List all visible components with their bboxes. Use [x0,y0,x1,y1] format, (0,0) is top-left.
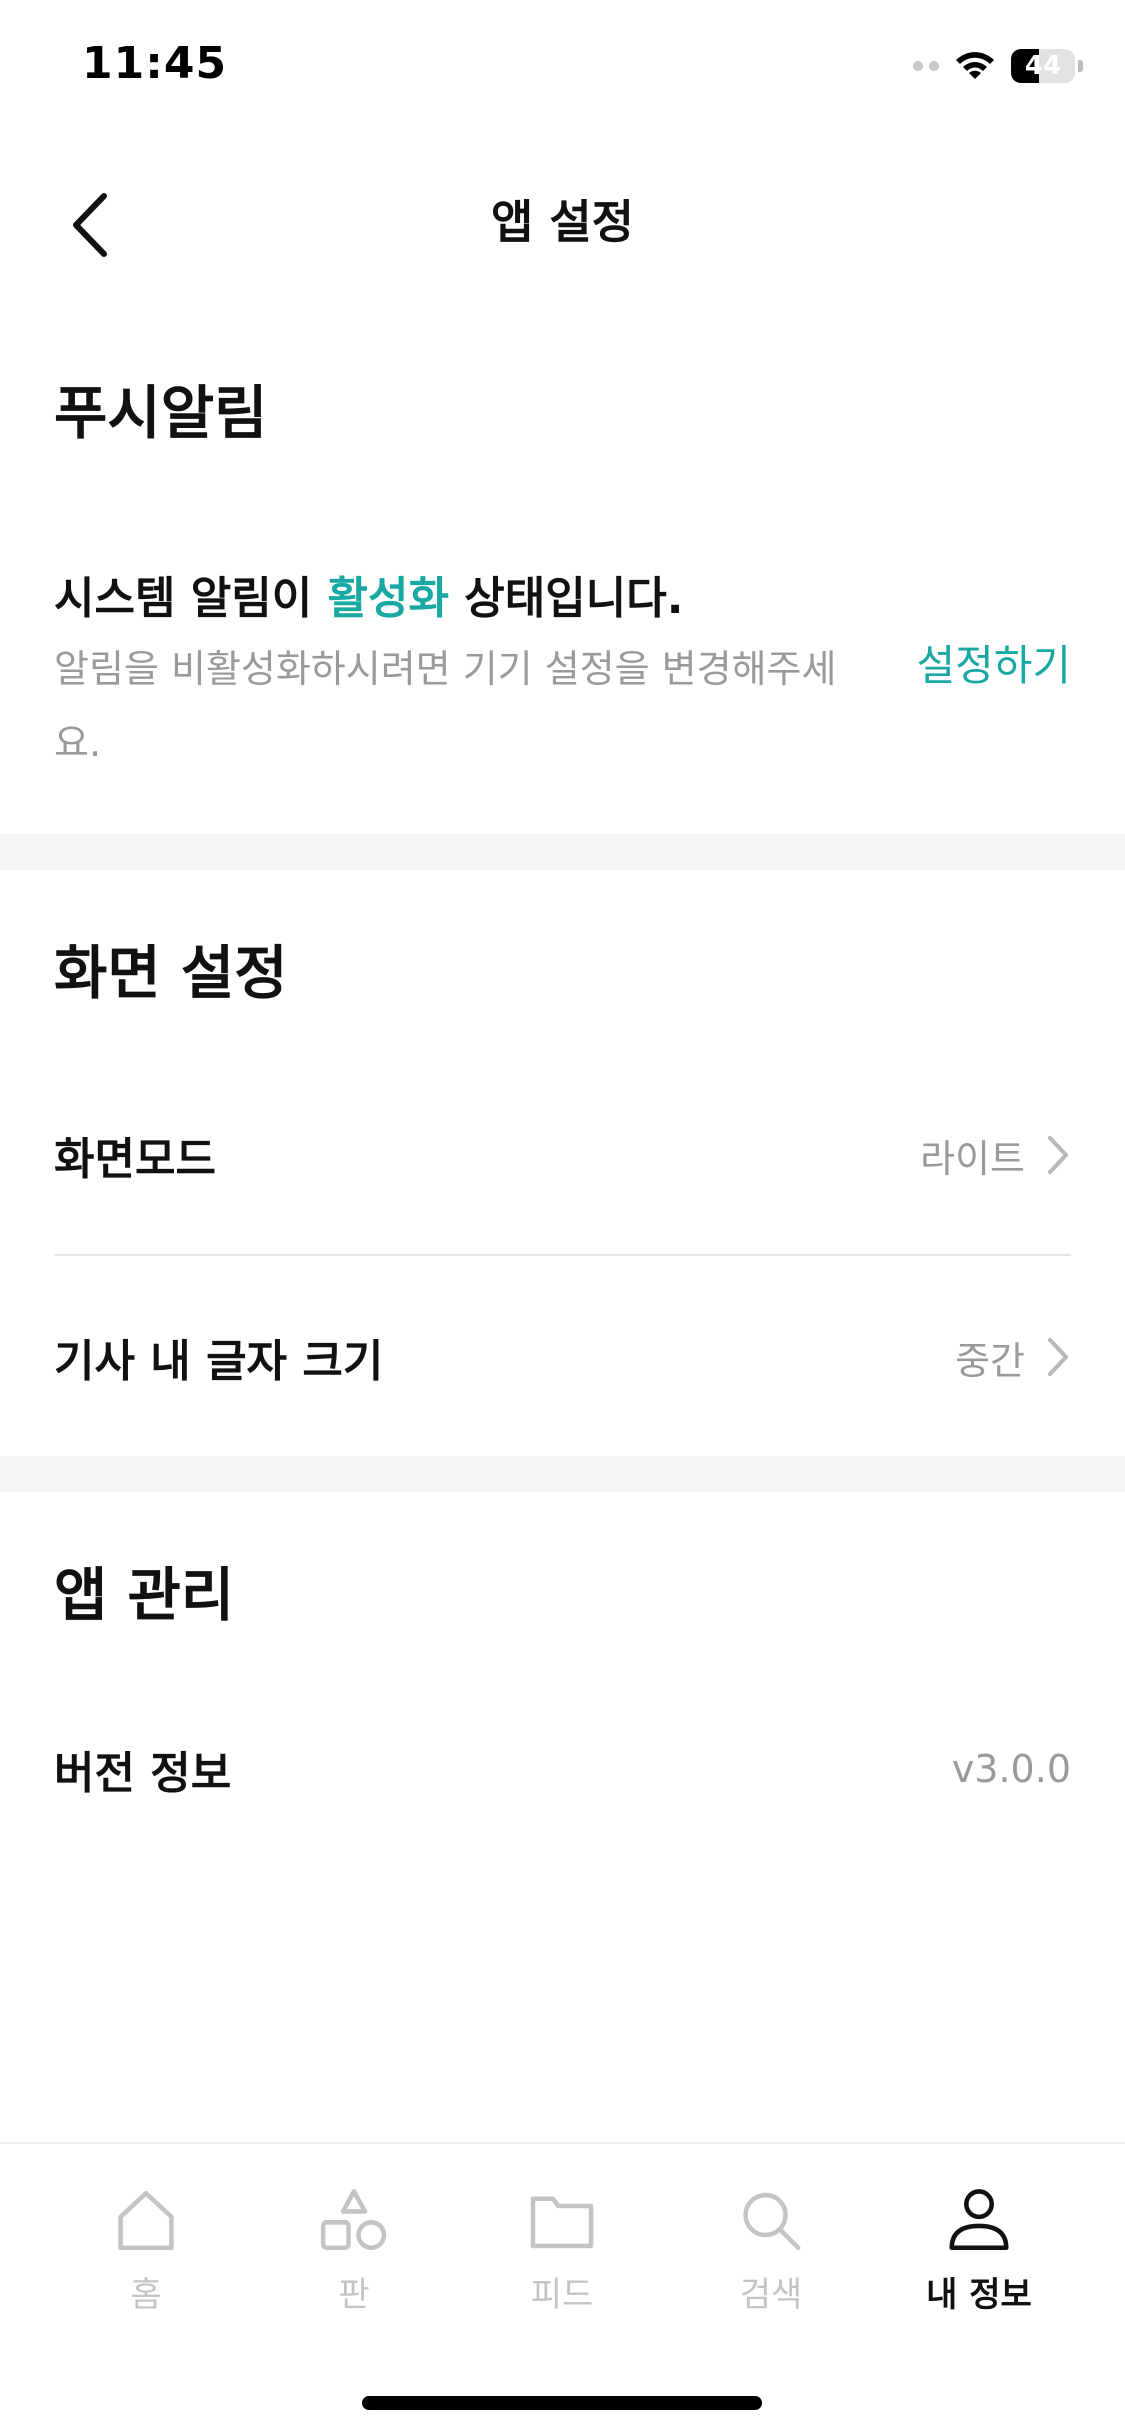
push-section-title: 푸시알림 [54,379,268,447]
font-size-value: 중간 [955,1338,1025,1383]
version-info-row: 버전 정보 v3.0.0 [54,1694,1071,1844]
chevron-right-icon [1048,1136,1068,1174]
display-mode-row[interactable]: 화면모드 라이트 [54,1080,1071,1230]
section-divider [0,1456,1125,1492]
tab-search[interactable]: 검색 [696,2186,846,2316]
push-status-accent: 활성화 [327,573,449,624]
status-time: 11:45 [82,38,228,89]
push-status-prefix: 시스템 알림이 [54,573,328,624]
page-title: 앱 설정 [491,195,634,249]
display-mode-label: 화면모드 [54,1134,216,1185]
home-icon [118,2190,174,2251]
person-icon [949,2189,1009,2251]
folder-icon [530,2196,594,2249]
section-divider [0,834,1125,870]
tab-pan-label: 판 [338,2275,370,2315]
tab-search-label: 검색 [739,2275,803,2315]
font-size-row[interactable]: 기사 내 글자 크기 중간 [54,1282,1071,1432]
chevron-right-icon [1048,1338,1068,1376]
search-icon [743,2192,801,2251]
battery-icon: 44 [1011,49,1075,83]
app-section-title: 앱 관리 [54,1561,235,1629]
tab-my-info-label: 내 정보 [926,2275,1032,2315]
display-mode-value: 라이트 [920,1136,1025,1181]
tabbar-divider [0,2142,1125,2144]
tab-home[interactable]: 홈 [71,2186,221,2316]
cellular-signal-icon [913,61,939,71]
open-settings-link[interactable]: 설정하기 [916,632,1071,693]
push-description: 알림을 비활성화하시려면 기기 설정을 변경해주세요. [54,647,837,765]
display-section-title: 화면 설정 [54,939,288,1007]
push-status-text: 시스템 알림이 활성화 상태입니다. [54,562,683,626]
shapes-icon [320,2189,387,2251]
home-indicator [362,2396,762,2410]
tab-home-label: 홈 [130,2275,162,2315]
tab-my-info[interactable]: 내 정보 [904,2186,1054,2316]
font-size-label: 기사 내 글자 크기 [54,1336,384,1387]
battery-level: 44 [1024,51,1062,81]
wifi-icon [956,52,994,79]
row-divider [54,1254,1071,1256]
push-status-suffix: 상태입니다. [448,573,684,624]
version-info-value: v3.0.0 [951,1747,1071,1791]
tab-pan[interactable]: 판 [279,2186,429,2316]
tab-feed-label: 피드 [530,2275,594,2315]
tab-feed[interactable]: 피드 [487,2186,637,2316]
version-info-label: 버전 정보 [54,1748,232,1799]
status-indicators: 44 [913,44,1083,88]
